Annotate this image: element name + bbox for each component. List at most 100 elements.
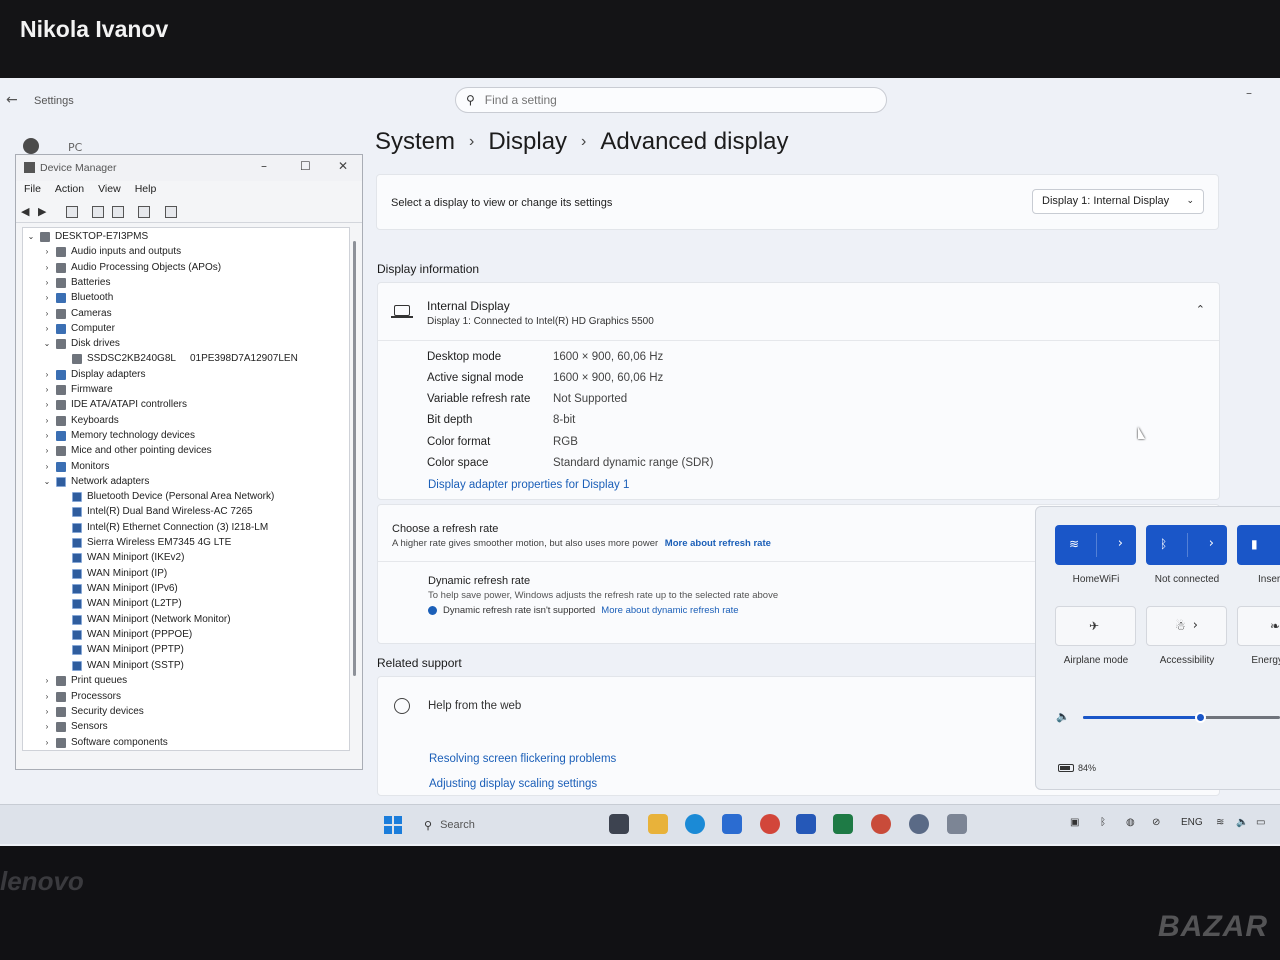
tree-subitem[interactable]: WAN Miniport (SSTP) <box>57 658 184 673</box>
speaker-icon[interactable]: 🔈 <box>1236 817 1248 828</box>
tree-subitem[interactable]: WAN Miniport (L2TP) <box>57 596 182 611</box>
edge-icon[interactable] <box>685 814 705 834</box>
settings-search-input[interactable] <box>484 93 865 107</box>
tree-item[interactable]: › Print queues <box>41 673 128 688</box>
refresh-rate-link[interactable]: More about refresh rate <box>665 538 771 549</box>
tree-item[interactable]: › Mice and other pointing devices <box>41 443 212 458</box>
chevron-right-icon[interactable]: › <box>1209 536 1214 551</box>
chevron-down-icon[interactable]: ⌄ <box>41 477 53 486</box>
notification-off-icon[interactable]: ⊘ <box>1152 817 1160 828</box>
powerpoint-icon[interactable] <box>871 814 891 834</box>
tree-item[interactable]: › Security devices <box>41 704 144 719</box>
maximize-icon[interactable]: ☐ <box>300 159 311 173</box>
tree-item[interactable]: › Keyboards <box>41 413 119 428</box>
scrollbar[interactable] <box>353 241 356 676</box>
chevron-right-icon[interactable]: › <box>41 707 53 716</box>
chevron-right-icon[interactable]: › <box>41 278 53 287</box>
print-icon[interactable] <box>138 206 150 218</box>
cellular-tile[interactable]: ▮ <box>1237 525 1280 565</box>
tree-subitem[interactable]: WAN Miniport (Network Monitor) <box>57 612 231 627</box>
minimize-icon[interactable]: – <box>261 159 267 173</box>
back-arrow-icon[interactable]: ← <box>6 92 18 108</box>
tree-subitem[interactable]: WAN Miniport (PPPOE) <box>57 627 192 642</box>
back-icon[interactable]: ◀ <box>21 206 33 218</box>
display-dropdown[interactable]: Display 1: Internal Display ⌄ <box>1032 189 1204 214</box>
volume-slider[interactable] <box>1083 712 1280 723</box>
help-icon[interactable] <box>92 206 104 218</box>
chevron-right-icon[interactable]: › <box>41 462 53 471</box>
accessibility-tile[interactable]: ☃ › <box>1146 606 1227 646</box>
chevron-right-icon[interactable]: › <box>41 738 53 747</box>
language-indicator[interactable]: ENG <box>1181 817 1203 828</box>
chevron-right-icon[interactable]: › <box>41 385 53 394</box>
chrome-icon[interactable] <box>760 814 780 834</box>
chevron-down-icon[interactable]: ⌄ <box>41 339 53 348</box>
chevron-right-icon[interactable]: › <box>41 263 53 272</box>
tree-item[interactable]: › IDE ATA/ATAPI controllers <box>41 397 187 412</box>
energy-saver-tile[interactable]: ❧ <box>1237 606 1280 646</box>
tree-subitem[interactable]: WAN Miniport (IKEv2) <box>57 550 184 565</box>
tray-app-icon[interactable]: ▣ <box>1070 817 1079 828</box>
device-manager-titlebar[interactable]: Device Manager – ☐ ✕ <box>16 155 362 181</box>
update-driver-icon[interactable] <box>112 206 124 218</box>
tree-item[interactable]: › Memory technology devices <box>41 428 195 443</box>
chevron-right-icon[interactable]: › <box>41 692 53 701</box>
tree-item[interactable]: › Audio Processing Objects (APOs) <box>41 260 221 275</box>
adapter-properties-link[interactable]: Display adapter properties for Display 1 <box>428 479 629 491</box>
tree-subitem[interactable]: Sierra Wireless EM7345 4G LTE <box>57 535 231 550</box>
tree-subitem[interactable]: Bluetooth Device (Personal Area Network) <box>57 489 274 504</box>
chevron-up-icon[interactable]: ⌃ <box>1196 303 1205 316</box>
chevron-right-icon[interactable]: › <box>41 370 53 379</box>
tree-item[interactable]: › Processors <box>41 689 121 704</box>
close-icon[interactable]: ✕ <box>338 159 348 173</box>
properties-icon[interactable] <box>66 206 78 218</box>
wifi-icon[interactable]: ≋ <box>1216 817 1224 828</box>
menu-help[interactable]: Help <box>135 183 157 201</box>
help-link-flickering[interactable]: Resolving screen flickering problems <box>429 753 616 765</box>
settings-gear-icon[interactable] <box>909 814 929 834</box>
chevron-right-icon[interactable]: › <box>41 324 53 333</box>
chevron-right-icon[interactable]: › <box>41 293 53 302</box>
windows-start-icon[interactable] <box>384 816 402 834</box>
airplane-mode-tile[interactable]: ✈ <box>1055 606 1136 646</box>
tree-subitem[interactable]: SSDSC2KB240G8L 01PE398D7A12907LEN <box>57 351 298 366</box>
breadcrumb-system[interactable]: System <box>375 128 455 156</box>
chevron-right-icon[interactable]: › <box>41 247 53 256</box>
tree-item[interactable]: › Cameras <box>41 306 112 321</box>
chevron-down-icon[interactable]: ⌄ <box>25 232 37 241</box>
tree-subitem[interactable]: WAN Miniport (IPv6) <box>57 581 178 596</box>
chevron-right-icon[interactable]: › <box>41 446 53 455</box>
menu-view[interactable]: View <box>98 183 121 201</box>
chevron-right-icon[interactable]: › <box>41 722 53 731</box>
minimize-icon[interactable]: – <box>1246 86 1252 100</box>
bluetooth-tile[interactable]: ᛒ › <box>1146 525 1227 565</box>
word-icon[interactable] <box>796 814 816 834</box>
chevron-right-icon[interactable]: › <box>41 676 53 685</box>
menu-file[interactable]: File <box>24 183 41 201</box>
help-link-scaling[interactable]: Adjusting display scaling settings <box>429 778 597 790</box>
tree-item[interactable]: › Sensors <box>41 719 108 734</box>
tree-item[interactable]: › Display adapters <box>41 367 146 382</box>
tree-subitem[interactable]: WAN Miniport (PPTP) <box>57 642 184 657</box>
tree-root[interactable]: ⌄ DESKTOP-E7I3PMS <box>25 229 149 244</box>
chevron-right-icon[interactable]: › <box>41 416 53 425</box>
tree-item[interactable]: ⌄ Network adapters <box>41 474 150 489</box>
taskbar-search[interactable]: ⚲ Search <box>418 814 600 836</box>
excel-icon[interactable] <box>833 814 853 834</box>
task-view-icon[interactable] <box>609 814 629 834</box>
tree-subitem[interactable]: WAN Miniport (IP) <box>57 566 167 581</box>
bluetooth-icon[interactable]: ᛒ <box>1100 817 1106 828</box>
tree-item[interactable]: ⌄ Disk drives <box>41 336 120 351</box>
tree-item[interactable]: › Audio inputs and outputs <box>41 244 181 259</box>
tree-item[interactable]: › Computer <box>41 321 115 336</box>
chevron-right-icon[interactable]: › <box>41 400 53 409</box>
help-title[interactable]: Help from the web <box>428 700 521 712</box>
tree-item[interactable]: › Firmware <box>41 382 113 397</box>
battery-status[interactable]: 84% <box>1058 763 1096 773</box>
tree-item[interactable]: › Bluetooth <box>41 290 114 305</box>
monitor-icon[interactable] <box>165 206 177 218</box>
display-info-header[interactable]: Internal Display Display 1: Connected to… <box>378 283 1219 341</box>
chevron-right-icon[interactable]: › <box>1193 618 1198 633</box>
chevron-right-icon[interactable]: › <box>41 309 53 318</box>
wifi-tile[interactable]: ≋ › <box>1055 525 1136 565</box>
